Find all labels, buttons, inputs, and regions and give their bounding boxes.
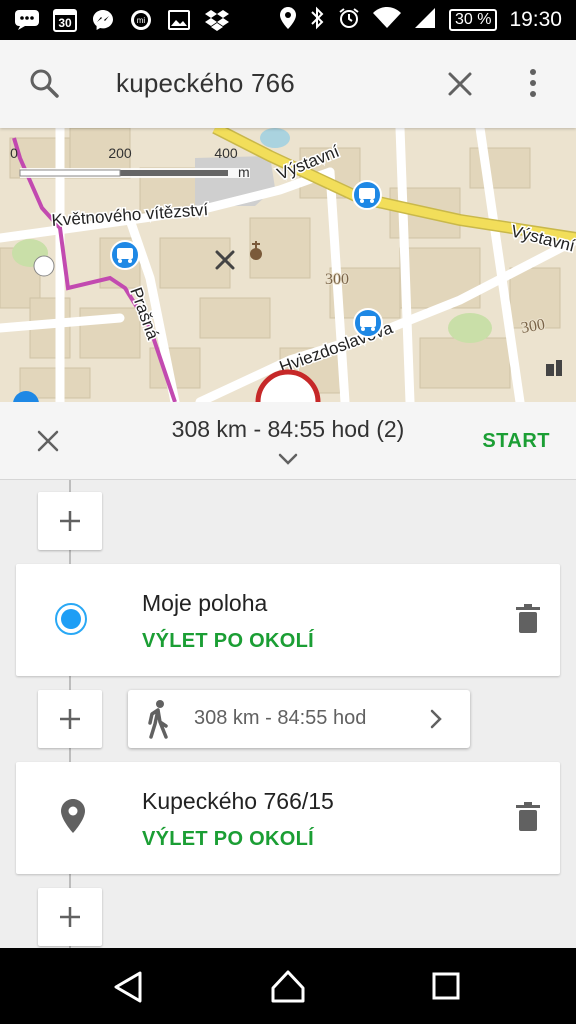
search-icon[interactable] [28,67,60,104]
wifi-icon [372,6,401,34]
scale-label: 0 [10,145,18,161]
bluetooth-icon [309,6,325,35]
elevation-label: 300 [325,271,349,288]
messenger-icon [90,8,116,32]
close-icon[interactable] [446,70,474,103]
waypoint-title: Moje poloha [142,590,268,616]
add-waypoint-button[interactable] [38,690,102,748]
bus-stop-icon [352,180,382,210]
more-vert-icon[interactable] [528,68,538,103]
navigation-bar [0,948,576,1024]
alarm-icon [337,6,361,35]
route-list: Moje poloha VÝLET PO OKOLÍ 308 km - 84:5… [0,480,576,948]
route-leg-chip[interactable]: 308 km - 84:55 hod [128,690,470,748]
delete-icon[interactable] [516,802,540,837]
start-button[interactable]: START [482,430,550,453]
battery-icon: 30 % [448,9,498,31]
plus-icon [60,907,80,927]
calendar-icon: 30 [52,8,78,32]
walk-icon [144,699,172,744]
svg-text:mi: mi [137,16,146,25]
place-icon [60,798,86,839]
dropbox-icon [204,8,230,32]
calendar-day: 30 [58,16,72,30]
add-waypoint-button[interactable] [38,888,102,946]
plus-icon [60,709,80,729]
scale-label: 400 [214,145,238,161]
chevron-down-icon[interactable] [277,452,299,471]
my-location-icon [54,602,88,641]
home-icon[interactable] [270,968,306,1009]
search-bar: kupeckého 766 [0,40,576,128]
mi-icon: mi [128,8,154,32]
location-icon [279,6,297,35]
clock: 19:30 [509,8,562,31]
route-header: 308 km - 84:55 hod (2) START [0,402,576,480]
search-input[interactable]: kupeckého 766 [116,68,295,99]
waypoint-title: Kupeckého 766/15 [142,788,334,814]
bus-stop-icon [110,240,140,270]
waypoint-card[interactable]: Kupeckého 766/15 VÝLET PO OKOLÍ [16,762,560,874]
bus-stop-icon [353,308,383,338]
recents-icon[interactable] [432,972,460,1005]
chat-icon [14,8,40,32]
add-waypoint-button[interactable] [38,492,102,550]
map-view[interactable]: 0 200 400 m Výstavní Výstavní Květnového… [0,128,576,402]
delete-icon[interactable] [516,604,540,639]
leg-summary: 308 km - 84:55 hod [194,707,367,729]
scale-unit: m [238,164,250,180]
waypoint-card[interactable]: Moje poloha VÝLET PO OKOLÍ [16,564,560,676]
chevron-right-icon [430,709,442,734]
waypoint-subtitle[interactable]: VÝLET PO OKOLÍ [142,630,314,653]
scale-label: 200 [108,145,132,161]
waypoint-subtitle[interactable]: VÝLET PO OKOLÍ [142,828,314,851]
plus-icon [60,511,80,531]
signal-icon [413,6,437,35]
image-icon [166,8,192,32]
back-icon[interactable] [112,970,144,1009]
status-bar: 30 mi 30 % 19:30 [0,0,576,40]
